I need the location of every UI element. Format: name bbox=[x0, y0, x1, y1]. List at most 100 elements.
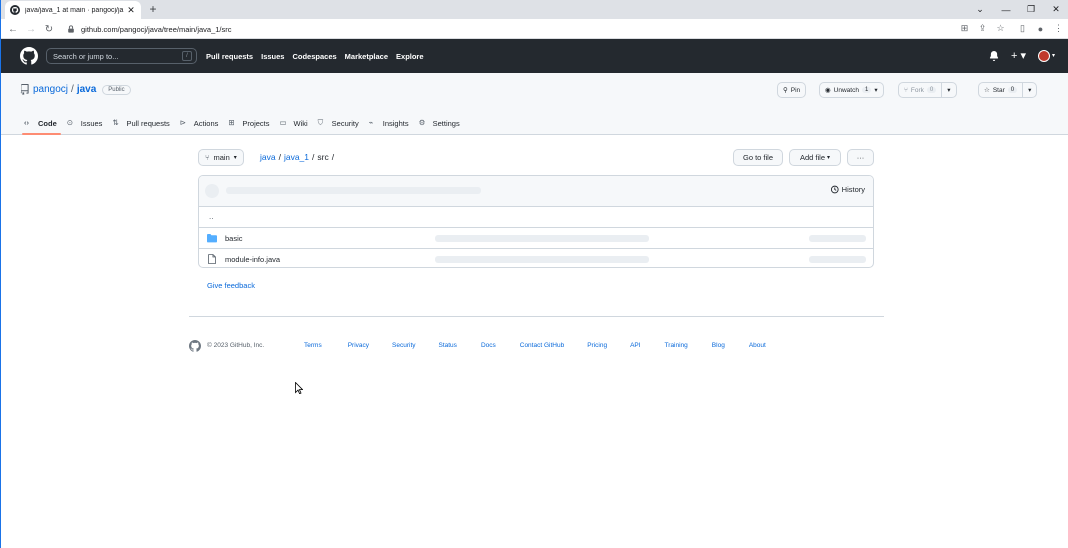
window-close-icon[interactable]: ✕ bbox=[1043, 0, 1068, 19]
footer-link-docs[interactable]: Docs bbox=[481, 342, 496, 349]
folder-icon bbox=[207, 233, 217, 243]
footer-link-security[interactable]: Security bbox=[392, 342, 415, 349]
fork-dropdown-icon[interactable]: ▾ bbox=[941, 83, 955, 97]
back-icon[interactable]: ← bbox=[6, 22, 20, 36]
branch-icon: ⑂ bbox=[205, 153, 210, 162]
history-link[interactable]: History bbox=[830, 185, 865, 194]
fork-label: Fork bbox=[910, 86, 924, 94]
add-file-button[interactable]: Add file ▾ bbox=[789, 149, 841, 166]
star-icon[interactable]: ☆ bbox=[994, 22, 1007, 35]
nav-codespaces[interactable]: Codespaces bbox=[292, 52, 336, 61]
table-row[interactable]: basic bbox=[199, 228, 873, 249]
pull-request-icon: ⇅ bbox=[112, 118, 119, 127]
reload-icon[interactable]: ↻ bbox=[42, 22, 56, 36]
parent-directory-link[interactable]: .. bbox=[209, 212, 213, 221]
tab-pull-requests[interactable]: ⇅ Pull requests bbox=[108, 111, 175, 135]
translate-icon[interactable]: ⊞ bbox=[958, 22, 971, 35]
file-name-link[interactable]: module-info.java bbox=[225, 255, 280, 264]
search-input[interactable]: Search or jump to... / bbox=[46, 48, 197, 64]
star-button[interactable]: ☆ Star 0 ▾ bbox=[978, 82, 1038, 98]
tab-settings[interactable]: ⚙ Settings bbox=[415, 111, 466, 135]
breadcrumb-separator: / bbox=[278, 152, 281, 162]
breadcrumb-separator: / bbox=[331, 152, 335, 162]
branch-select-button[interactable]: ⑂ main ▾ bbox=[198, 149, 244, 166]
footer-link-about[interactable]: About bbox=[749, 342, 766, 349]
repo-icon bbox=[20, 84, 29, 95]
mouse-cursor-icon bbox=[295, 382, 303, 394]
tab-code[interactable]: ‹› Code bbox=[20, 111, 63, 135]
repo-tabs: ‹› Code ⊙ Issues ⇅ Pull requests ⊳ Actions ⊞… bbox=[20, 111, 466, 135]
issue-icon: ⊙ bbox=[66, 118, 74, 127]
footer-link-blog[interactable]: Blog bbox=[712, 342, 725, 349]
footer-divider bbox=[189, 316, 884, 317]
repo-header: pangocj / java Public ⚲ Pin ◉ Unwatch 1 ▾ ⑂ F… bbox=[1, 73, 1068, 135]
footer-link-terms[interactable]: Terms bbox=[304, 342, 322, 349]
tab-wiki[interactable]: ▭ Wiki bbox=[276, 111, 314, 135]
new-tab-icon[interactable]: + bbox=[146, 1, 160, 17]
tab-issues[interactable]: ⊙ Issues bbox=[63, 111, 109, 135]
visibility-badge: Public bbox=[102, 84, 131, 95]
fork-button[interactable]: ⑂ Fork 0 ▾ bbox=[898, 82, 957, 98]
file-icon bbox=[208, 254, 216, 264]
chevron-down-icon: ▾ bbox=[233, 155, 237, 161]
browser-tab[interactable]: java/java_1 at main · pangocj/ja ✕ bbox=[5, 1, 141, 19]
tab-projects[interactable]: ⊞ Projects bbox=[224, 111, 275, 135]
minimize-icon[interactable]: — bbox=[993, 0, 1019, 19]
pin-label: Pin bbox=[790, 86, 801, 94]
breadcrumb-separator: / bbox=[312, 152, 315, 162]
footer-link-pricing[interactable]: Pricing bbox=[587, 342, 607, 349]
nav-explore[interactable]: Explore bbox=[396, 52, 424, 61]
footer-link-privacy[interactable]: Privacy bbox=[348, 342, 369, 349]
tab-label: Security bbox=[331, 118, 359, 128]
avatar-placeholder bbox=[205, 184, 219, 198]
star-icon: ☆ bbox=[984, 87, 990, 94]
footer-link-training[interactable]: Training bbox=[665, 342, 688, 349]
parent-directory-row[interactable]: .. bbox=[199, 207, 873, 228]
close-tab-icon[interactable]: ✕ bbox=[126, 5, 136, 16]
tab-label: Pull requests bbox=[126, 118, 170, 128]
bell-icon[interactable] bbox=[989, 50, 999, 61]
menu-icon[interactable]: ⋮ bbox=[1052, 22, 1065, 35]
more-options-button[interactable]: ··· bbox=[847, 149, 874, 166]
repo-name-link[interactable]: java bbox=[77, 84, 96, 95]
repo-separator: / bbox=[71, 84, 74, 95]
tab-search-icon[interactable]: ⌄ bbox=[967, 0, 993, 19]
history-icon bbox=[830, 185, 839, 194]
user-menu[interactable]: ▾ bbox=[1037, 49, 1055, 62]
github-logo-icon[interactable] bbox=[20, 47, 38, 65]
nav-issues[interactable]: Issues bbox=[261, 52, 284, 61]
create-new-icon[interactable]: + ▾ bbox=[1011, 49, 1026, 62]
give-feedback-link[interactable]: Give feedback bbox=[207, 281, 255, 290]
watch-label: Unwatch bbox=[833, 86, 859, 94]
file-name-link[interactable]: basic bbox=[225, 234, 243, 243]
footer-link-contact[interactable]: Contact GitHub bbox=[520, 342, 564, 349]
nav-marketplace[interactable]: Marketplace bbox=[345, 52, 388, 61]
branch-name: main bbox=[213, 153, 230, 162]
tab-actions[interactable]: ⊳ Actions bbox=[176, 111, 225, 135]
tab-insights[interactable]: ⌁ Insights bbox=[365, 111, 415, 135]
address-bar[interactable]: github.com/pangocj/java/tree/main/java_1… bbox=[61, 21, 951, 37]
top-nav: Pull requests Issues Codespaces Marketpl… bbox=[206, 39, 424, 73]
watch-button[interactable]: ◉ Unwatch 1 ▾ bbox=[819, 82, 884, 98]
nav-pull-requests[interactable]: Pull requests bbox=[206, 52, 253, 61]
footer-link-status[interactable]: Status bbox=[439, 342, 457, 349]
chevron-down-icon: ▾ bbox=[1051, 53, 1055, 59]
sidepanel-icon[interactable]: ▯ bbox=[1016, 22, 1029, 35]
restore-icon[interactable]: ❐ bbox=[1018, 0, 1044, 19]
pin-button[interactable]: ⚲ Pin bbox=[777, 82, 807, 98]
profile-icon[interactable]: ● bbox=[1034, 22, 1047, 35]
forward-icon[interactable]: → bbox=[24, 22, 38, 36]
breadcrumb-java-1[interactable]: java_1 bbox=[284, 152, 309, 162]
github-header: Search or jump to... / Pull requests Iss… bbox=[1, 39, 1068, 73]
star-dropdown-icon[interactable]: ▾ bbox=[1022, 83, 1036, 97]
share-icon[interactable]: ⇪ bbox=[976, 22, 989, 35]
go-to-file-button[interactable]: Go to file bbox=[733, 149, 783, 166]
table-row[interactable]: module-info.java bbox=[199, 249, 873, 267]
header-actions: + ▾ ▾ bbox=[989, 49, 1055, 62]
tab-security[interactable]: ⛉ Security bbox=[314, 111, 365, 135]
footer-link-api[interactable]: API bbox=[630, 342, 640, 349]
github-footer-logo-icon[interactable] bbox=[189, 340, 201, 352]
repo-owner-link[interactable]: pangocj bbox=[33, 84, 68, 95]
breadcrumb-java[interactable]: java bbox=[260, 152, 276, 162]
browser-tabstrip: java/java_1 at main · pangocj/ja ✕ + ⌄ —… bbox=[1, 0, 1068, 19]
